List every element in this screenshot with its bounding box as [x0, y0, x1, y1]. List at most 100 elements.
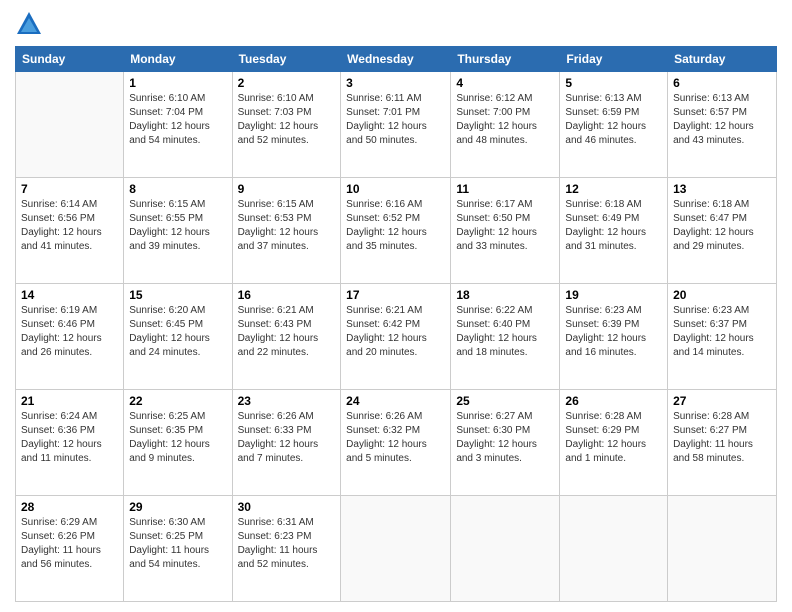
- day-info: Sunrise: 6:14 AMSunset: 6:56 PMDaylight:…: [21, 198, 118, 254]
- day-info: Sunrise: 6:30 AMSunset: 6:25 PMDaylight:…: [129, 516, 226, 572]
- page: SundayMondayTuesdayWednesdayThursdayFrid…: [0, 0, 792, 612]
- week-row-5: 28 Sunrise: 6:29 AMSunset: 6:26 PMDayligh…: [16, 496, 777, 602]
- day-number: 5: [565, 76, 662, 90]
- day-number: 1: [129, 76, 226, 90]
- day-of-week-row: SundayMondayTuesdayWednesdayThursdayFrid…: [16, 47, 777, 72]
- day-info: Sunrise: 6:29 AMSunset: 6:26 PMDaylight:…: [21, 516, 118, 572]
- day-cell: 21Sunrise: 6:24 AMSunset: 6:36 PMDayligh…: [16, 390, 124, 496]
- day-info: Sunrise: 6:12 AMSunset: 7:00 PMDaylight:…: [456, 92, 554, 148]
- day-cell: 9Sunrise: 6:15 AMSunset: 6:53 PMDaylight…: [232, 178, 341, 284]
- day-number: 30: [238, 500, 336, 514]
- day-info: Sunrise: 6:13 AMSunset: 6:57 PMDaylight:…: [673, 92, 771, 148]
- dow-header-wednesday: Wednesday: [341, 47, 451, 72]
- day-number: 13: [673, 182, 771, 196]
- day-cell: [16, 72, 124, 178]
- day-info: Sunrise: 6:10 AMSunset: 7:03 PMDaylight:…: [238, 92, 336, 148]
- day-info: Sunrise: 6:27 AMSunset: 6:30 PMDaylight:…: [456, 410, 554, 466]
- day-cell: 20Sunrise: 6:23 AMSunset: 6:37 PMDayligh…: [668, 284, 777, 390]
- day-cell: 8Sunrise: 6:15 AMSunset: 6:55 PMDaylight…: [124, 178, 232, 284]
- day-cell: 14 Sunrise: 6:19 AMSunset: 6:46 PMDayligh…: [16, 284, 124, 390]
- day-cell: 26 Sunrise: 6:28 AMSunset: 6:29 PMDayligh…: [560, 390, 668, 496]
- day-cell: 24Sunrise: 6:26 AMSunset: 6:32 PMDayligh…: [341, 390, 451, 496]
- day-number: 26: [565, 394, 662, 408]
- week-row-3: 14 Sunrise: 6:19 AMSunset: 6:46 PMDayligh…: [16, 284, 777, 390]
- day-info: Sunrise: 6:31 AMSunset: 6:23 PMDaylight:…: [238, 516, 336, 572]
- day-number: 19: [565, 288, 662, 302]
- day-number: 12: [565, 182, 662, 196]
- day-cell: 6 Sunrise: 6:13 AMSunset: 6:57 PMDaylight…: [668, 72, 777, 178]
- day-cell: 11 Sunrise: 6:17 AMSunset: 6:50 PMDayligh…: [451, 178, 560, 284]
- day-info: Sunrise: 6:15 AMSunset: 6:55 PMDaylight:…: [129, 198, 226, 254]
- day-cell: 5 Sunrise: 6:13 AMSunset: 6:59 PMDaylight…: [560, 72, 668, 178]
- day-number: 27: [673, 394, 771, 408]
- dow-header-monday: Monday: [124, 47, 232, 72]
- day-number: 2: [238, 76, 336, 90]
- day-number: 10: [346, 182, 445, 196]
- day-cell: 10 Sunrise: 6:16 AMSunset: 6:52 PMDayligh…: [341, 178, 451, 284]
- day-number: 4: [456, 76, 554, 90]
- day-info: Sunrise: 6:28 AMSunset: 6:29 PMDaylight:…: [565, 410, 662, 466]
- day-cell: 1 Sunrise: 6:10 AMSunset: 7:04 PMDaylight…: [124, 72, 232, 178]
- day-cell: 18Sunrise: 6:22 AMSunset: 6:40 PMDayligh…: [451, 284, 560, 390]
- day-cell: 12 Sunrise: 6:18 AMSunset: 6:49 PMDayligh…: [560, 178, 668, 284]
- day-cell: 19 Sunrise: 6:23 AMSunset: 6:39 PMDayligh…: [560, 284, 668, 390]
- week-row-2: 7 Sunrise: 6:14 AMSunset: 6:56 PMDaylight…: [16, 178, 777, 284]
- day-cell: 2 Sunrise: 6:10 AMSunset: 7:03 PMDaylight…: [232, 72, 341, 178]
- day-info: Sunrise: 6:17 AMSunset: 6:50 PMDaylight:…: [456, 198, 554, 254]
- logo: [15, 10, 47, 38]
- day-number: 15: [129, 288, 226, 302]
- day-number: 21: [21, 394, 118, 408]
- day-cell: 7 Sunrise: 6:14 AMSunset: 6:56 PMDaylight…: [16, 178, 124, 284]
- day-cell: 30 Sunrise: 6:31 AMSunset: 6:23 PMDayligh…: [232, 496, 341, 602]
- day-number: 25: [456, 394, 554, 408]
- day-info: Sunrise: 6:21 AMSunset: 6:42 PMDaylight:…: [346, 304, 445, 360]
- day-number: 28: [21, 500, 118, 514]
- day-info: Sunrise: 6:21 AMSunset: 6:43 PMDaylight:…: [238, 304, 336, 360]
- week-row-4: 21Sunrise: 6:24 AMSunset: 6:36 PMDayligh…: [16, 390, 777, 496]
- day-info: Sunrise: 6:20 AMSunset: 6:45 PMDaylight:…: [129, 304, 226, 360]
- day-number: 14: [21, 288, 118, 302]
- dow-header-tuesday: Tuesday: [232, 47, 341, 72]
- day-info: Sunrise: 6:26 AMSunset: 6:33 PMDaylight:…: [238, 410, 336, 466]
- dow-header-saturday: Saturday: [668, 47, 777, 72]
- day-cell: 13 Sunrise: 6:18 AMSunset: 6:47 PMDayligh…: [668, 178, 777, 284]
- day-number: 29: [129, 500, 226, 514]
- day-info: Sunrise: 6:11 AMSunset: 7:01 PMDaylight:…: [346, 92, 445, 148]
- day-info: Sunrise: 6:23 AMSunset: 6:39 PMDaylight:…: [565, 304, 662, 360]
- logo-icon: [15, 10, 43, 38]
- day-info: Sunrise: 6:25 AMSunset: 6:35 PMDaylight:…: [129, 410, 226, 466]
- calendar-table: SundayMondayTuesdayWednesdayThursdayFrid…: [15, 46, 777, 602]
- day-info: Sunrise: 6:10 AMSunset: 7:04 PMDaylight:…: [129, 92, 226, 148]
- day-number: 11: [456, 182, 554, 196]
- day-info: Sunrise: 6:18 AMSunset: 6:47 PMDaylight:…: [673, 198, 771, 254]
- day-number: 3: [346, 76, 445, 90]
- day-info: Sunrise: 6:22 AMSunset: 6:40 PMDaylight:…: [456, 304, 554, 360]
- day-number: 17: [346, 288, 445, 302]
- day-info: Sunrise: 6:26 AMSunset: 6:32 PMDaylight:…: [346, 410, 445, 466]
- day-cell: 28 Sunrise: 6:29 AMSunset: 6:26 PMDayligh…: [16, 496, 124, 602]
- day-number: 22: [129, 394, 226, 408]
- day-info: Sunrise: 6:13 AMSunset: 6:59 PMDaylight:…: [565, 92, 662, 148]
- day-cell: [451, 496, 560, 602]
- day-cell: 27 Sunrise: 6:28 AMSunset: 6:27 PMDayligh…: [668, 390, 777, 496]
- day-number: 7: [21, 182, 118, 196]
- dow-header-sunday: Sunday: [16, 47, 124, 72]
- day-info: Sunrise: 6:23 AMSunset: 6:37 PMDaylight:…: [673, 304, 771, 360]
- day-info: Sunrise: 6:15 AMSunset: 6:53 PMDaylight:…: [238, 198, 336, 254]
- day-cell: 3 Sunrise: 6:11 AMSunset: 7:01 PMDaylight…: [341, 72, 451, 178]
- day-number: 23: [238, 394, 336, 408]
- dow-header-thursday: Thursday: [451, 47, 560, 72]
- day-cell: 22 Sunrise: 6:25 AMSunset: 6:35 PMDayligh…: [124, 390, 232, 496]
- day-number: 6: [673, 76, 771, 90]
- day-cell: 25 Sunrise: 6:27 AMSunset: 6:30 PMDayligh…: [451, 390, 560, 496]
- day-cell: 4 Sunrise: 6:12 AMSunset: 7:00 PMDaylight…: [451, 72, 560, 178]
- day-info: Sunrise: 6:19 AMSunset: 6:46 PMDaylight:…: [21, 304, 118, 360]
- day-cell: 23 Sunrise: 6:26 AMSunset: 6:33 PMDayligh…: [232, 390, 341, 496]
- day-cell: 16Sunrise: 6:21 AMSunset: 6:43 PMDayligh…: [232, 284, 341, 390]
- day-cell: [341, 496, 451, 602]
- day-info: Sunrise: 6:28 AMSunset: 6:27 PMDaylight:…: [673, 410, 771, 466]
- day-info: Sunrise: 6:16 AMSunset: 6:52 PMDaylight:…: [346, 198, 445, 254]
- day-cell: 29 Sunrise: 6:30 AMSunset: 6:25 PMDayligh…: [124, 496, 232, 602]
- week-row-1: 1 Sunrise: 6:10 AMSunset: 7:04 PMDaylight…: [16, 72, 777, 178]
- day-info: Sunrise: 6:18 AMSunset: 6:49 PMDaylight:…: [565, 198, 662, 254]
